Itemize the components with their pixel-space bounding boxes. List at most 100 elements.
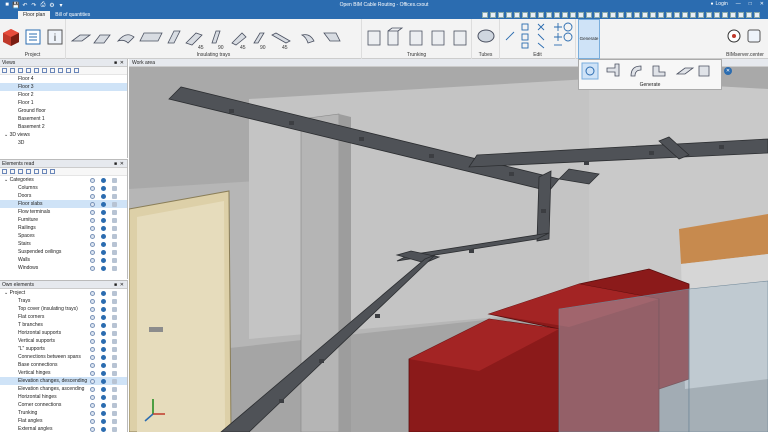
visibility-icon[interactable] [90, 355, 95, 360]
category-list-item[interactable]: Doors [0, 192, 127, 200]
lock-icon[interactable] [112, 234, 117, 239]
minimize-button[interactable]: — [736, 1, 741, 7]
tool-icon[interactable] [74, 68, 79, 73]
color-icon[interactable] [101, 218, 106, 223]
visibility-icon[interactable] [90, 315, 95, 320]
view-tool-icon[interactable] [690, 11, 696, 18]
lock-icon[interactable] [112, 218, 117, 223]
project-cube-icon[interactable] [2, 28, 20, 48]
color-icon[interactable] [101, 307, 106, 312]
pin-icon[interactable]: ■ [114, 59, 117, 67]
trunking-tools-icons[interactable] [366, 27, 470, 49]
color-icon[interactable] [101, 323, 106, 328]
color-icon[interactable] [101, 178, 106, 183]
category-list-item[interactable]: Columns [0, 184, 127, 192]
tool-icon[interactable] [58, 68, 63, 73]
close-icon[interactable]: ✕ [120, 59, 124, 67]
category-list-item[interactable]: Stairs [0, 240, 127, 248]
redo-icon[interactable]: ↷ [31, 2, 37, 9]
tool-icon[interactable] [42, 169, 47, 174]
categories-group[interactable]: ⌄ Categories [0, 176, 127, 184]
save-icon[interactable]: 💾 [12, 2, 19, 9]
view-list-item[interactable]: Floor 2 [0, 91, 127, 99]
pin-icon[interactable]: ■ [114, 281, 117, 289]
close-button[interactable]: ✕ [760, 1, 764, 7]
visibility-icon[interactable] [90, 186, 95, 191]
color-icon[interactable] [101, 339, 106, 344]
view-tool-icon[interactable] [586, 11, 592, 18]
visibility-icon[interactable] [90, 339, 95, 344]
view-tool-icon[interactable] [650, 11, 656, 18]
own-element-list-item[interactable]: Vertical hinges [0, 369, 127, 377]
visibility-icon[interactable] [90, 258, 95, 263]
category-list-item[interactable]: Walls [0, 256, 127, 264]
view-tool-icon[interactable] [578, 11, 584, 18]
view-tool-icon[interactable] [658, 11, 664, 18]
lock-icon[interactable] [112, 299, 117, 304]
own-element-list-item[interactable]: Corner connections [0, 401, 127, 409]
color-icon[interactable] [101, 266, 106, 271]
view-tool-icon[interactable] [722, 11, 728, 18]
close-icon[interactable]: ✕ [120, 160, 124, 168]
color-icon[interactable] [101, 202, 106, 207]
pin-icon[interactable]: ■ [114, 160, 117, 168]
tool-icon[interactable] [10, 68, 15, 73]
own-element-list-item[interactable]: Base connections [0, 361, 127, 369]
visibility-icon[interactable] [90, 299, 95, 304]
view-tool-icon[interactable] [506, 11, 512, 18]
tool-icon[interactable] [66, 68, 71, 73]
tool-icon[interactable] [18, 68, 23, 73]
lock-icon[interactable] [112, 186, 117, 191]
lock-icon[interactable] [112, 226, 117, 231]
lock-icon[interactable] [112, 355, 117, 360]
tab-bill-of-quantities[interactable]: Bill of quantities [50, 11, 95, 19]
view-tool-icon[interactable] [746, 11, 752, 18]
visibility-icon[interactable] [90, 387, 95, 392]
lock-icon[interactable] [112, 395, 117, 400]
category-list-item[interactable]: Windows [0, 264, 127, 272]
own-element-list-item[interactable]: Vertical supports [0, 337, 127, 345]
visibility-icon[interactable] [90, 403, 95, 408]
color-icon[interactable] [101, 355, 106, 360]
visibility-icon[interactable] [90, 226, 95, 231]
tube-icon[interactable] [477, 27, 495, 45]
lock-icon[interactable] [112, 202, 117, 207]
color-icon[interactable] [101, 419, 106, 424]
lock-icon[interactable] [112, 291, 117, 296]
color-icon[interactable] [101, 427, 106, 432]
lock-icon[interactable] [112, 194, 117, 199]
view-tool-icon[interactable] [602, 11, 608, 18]
view-tool-icon[interactable] [498, 11, 504, 18]
color-icon[interactable] [101, 387, 106, 392]
print-icon[interactable]: ⎙ [40, 2, 46, 8]
view-tool-icon[interactable] [522, 11, 528, 18]
lock-icon[interactable] [112, 347, 117, 352]
color-icon[interactable] [101, 403, 106, 408]
maximize-button[interactable]: □ [749, 1, 752, 7]
view-tool-icon[interactable] [514, 11, 520, 18]
color-icon[interactable] [101, 250, 106, 255]
tool-icon[interactable] [26, 169, 31, 174]
visibility-icon[interactable] [90, 331, 95, 336]
color-icon[interactable] [101, 210, 106, 215]
color-icon[interactable] [101, 315, 106, 320]
lock-icon[interactable] [112, 371, 117, 376]
workarea-3d-view[interactable] [129, 59, 768, 432]
visibility-icon[interactable] [90, 347, 95, 352]
visibility-icon[interactable] [90, 307, 95, 312]
visibility-icon[interactable] [90, 210, 95, 215]
category-list-item[interactable]: Flow terminals [0, 208, 127, 216]
view-list-item[interactable]: Floor 3 [0, 83, 127, 91]
tool-icon[interactable] [50, 169, 55, 174]
view-list-item[interactable]: Basement 2 [0, 123, 127, 131]
view-tool-icon[interactable] [642, 11, 648, 18]
view-tool-icon[interactable] [706, 11, 712, 18]
color-icon[interactable] [101, 411, 106, 416]
view-tool-icon[interactable] [594, 11, 600, 18]
view-tool-icon[interactable] [618, 11, 624, 18]
own-element-list-item[interactable]: Horizontal hinges [0, 393, 127, 401]
own-element-list-item[interactable]: Trays [0, 297, 127, 305]
generate-button[interactable]: Generate [578, 19, 600, 59]
visibility-icon[interactable] [90, 379, 95, 384]
view-tool-icon[interactable] [738, 11, 744, 18]
